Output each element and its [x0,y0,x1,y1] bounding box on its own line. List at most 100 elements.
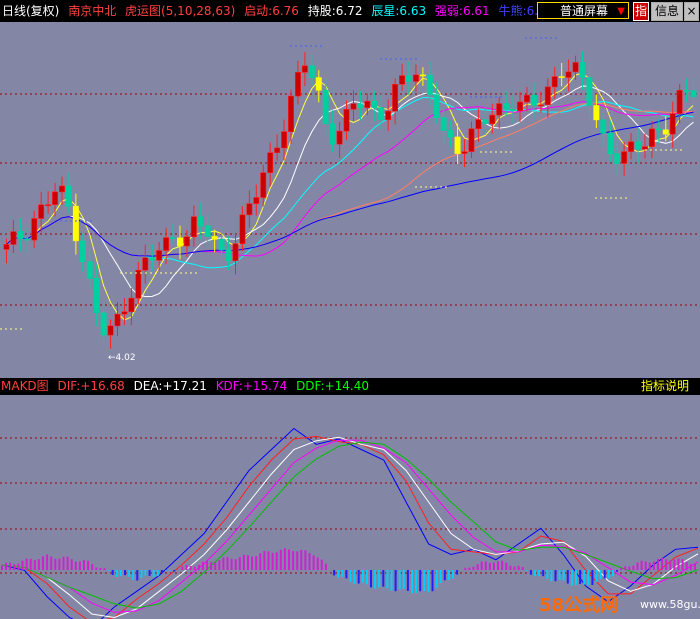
candle-body [523,94,530,103]
candle-body [648,128,655,147]
stock-chart-window: 日线(复权) 南京中北 虎运图(5,10,28,63) 启动:6.76 持股:6… [0,0,700,619]
candle-body [385,110,392,121]
candle-body [635,141,641,150]
ma-line-5 [6,72,694,321]
candle-body [267,152,274,173]
candle-body [232,243,239,262]
candle-body [551,76,558,88]
candle-body [281,131,288,149]
candle-body [149,257,156,261]
candle-body [177,237,183,247]
candle-body [183,236,190,247]
candle-body [378,107,385,121]
candle-body [170,237,177,239]
makd-name[interactable]: MAKD图 [1,379,49,393]
candle-body [496,103,503,116]
candle-body [142,257,149,271]
candle-body [10,231,17,245]
ind-chenxing-value: 6.63 [399,4,427,18]
indicator-name[interactable]: 虎运图(5,10,28,63) [125,4,235,18]
indicator-line-kdf-magenta [1,439,699,613]
candle-body [433,94,440,118]
close-button[interactable]: × [684,2,699,21]
candle-body [489,114,496,125]
candle-body [3,244,10,250]
candle-body [79,240,86,262]
candle-body [204,225,211,237]
candle-body [517,101,523,111]
ma-line-10 [6,85,694,298]
ind-qiangruo-value: 6.61 [462,4,490,18]
candle-body [544,86,551,106]
candle-body [669,113,676,135]
candle-body [59,185,65,193]
candle-body [399,75,406,85]
candle-body [218,238,225,251]
ind-niuxiong-label: 牛熊: [498,4,527,18]
candle-body [641,146,648,150]
kdf-label: KDF: [215,379,243,393]
candle-body [406,75,412,82]
candle-body [447,130,454,138]
candle-body [412,74,419,82]
candle-body [38,204,45,219]
candle-body [662,129,669,135]
candle-body [461,151,468,154]
candle-body [274,147,281,154]
screen-mode-select[interactable]: 普通屏幕 ▼ [537,2,629,19]
indicator-chart-svg [0,427,700,619]
candle-body [93,278,100,314]
ind-qidong-value: 6.76 [272,4,299,18]
dif-label: DIF: [57,379,81,393]
candle-body [454,136,461,154]
ddf-value: +14.40 [324,379,369,393]
candle-body [86,261,93,279]
candle-body [100,312,107,336]
dif-value: +16.68 [80,379,125,393]
info-button[interactable]: 信息 [651,2,683,21]
candle-body [392,83,399,112]
ind-chigu-label: 持股: [307,4,336,18]
kline-type[interactable]: 日线(复权) [2,4,59,18]
ddf-label: DDF: [296,379,325,393]
dropdown-arrow-icon: ▼ [617,6,625,17]
candle-body [371,100,378,108]
price-chart-panel[interactable]: ←4.02 [0,22,700,378]
candle-body [614,153,621,164]
candle-body [419,74,426,77]
ma-line-20 [6,97,694,269]
candle-body [128,297,135,313]
candle-body [253,197,260,204]
indicator-explain-link[interactable]: 指标说明 [641,378,689,395]
candle-body [294,72,301,97]
candle-body [225,249,232,262]
candle-body [45,204,52,206]
candle-body [329,123,336,145]
indicator-line-ddf-green [1,441,699,609]
candle-body [482,119,489,125]
indicator-chart-panel[interactable] [0,395,700,619]
candle-body [607,133,614,155]
candle-body [114,313,121,327]
candle-body [31,218,38,241]
candle-body [107,325,114,336]
candle-body [52,191,59,205]
indicator-header: MAKD图 DIF:+16.68 DEA:+17.21 KDF:+15.74 D… [0,378,700,395]
candle-body [676,89,683,114]
ind-qidong-label: 启动: [244,4,273,18]
zhi-button[interactable]: 指 [633,2,649,21]
candle-body [586,77,593,106]
candle-body [600,119,607,134]
candle-body [197,216,204,227]
candle-body [65,185,72,207]
candle-body [558,76,565,78]
candle-body [530,94,537,106]
candle-body [510,109,517,111]
candle-body [211,236,218,240]
candle-body [440,117,447,131]
candle-body [239,214,246,244]
candle-body [121,311,128,315]
candle-body [315,77,322,91]
candle-body [322,89,329,124]
candle-body [357,103,364,108]
